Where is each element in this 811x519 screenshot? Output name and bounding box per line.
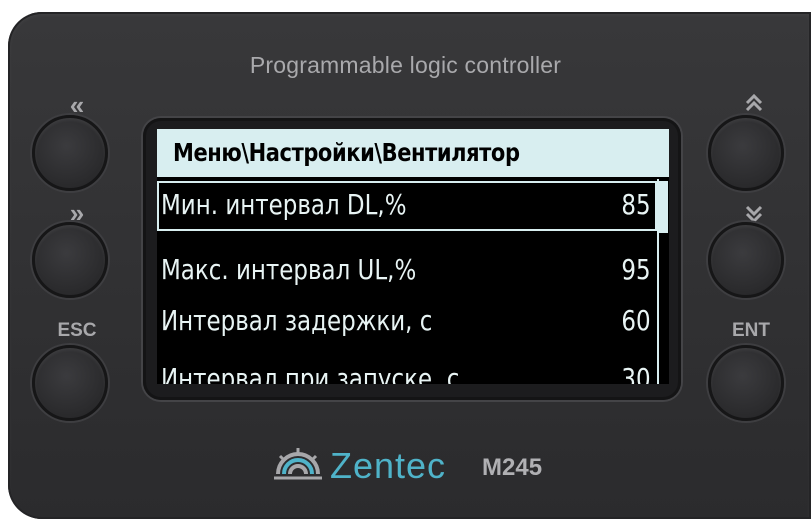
menu-row-value: 60: [621, 304, 651, 337]
prev-button[interactable]: [32, 115, 108, 191]
menu-row-label: Интервал задержки, с: [161, 304, 433, 337]
menu-breadcrumb: Меню\Настройки\Вентилятор: [157, 129, 669, 177]
breadcrumb-text: Меню\Настройки\Вентилятор: [173, 138, 520, 167]
menu-row[interactable]: Макс. интервал UL,% 95: [157, 246, 657, 296]
model-name: M245: [482, 454, 543, 481]
esc-button[interactable]: [32, 345, 108, 421]
down-button[interactable]: [708, 222, 784, 298]
scrollbar-thumb[interactable]: [659, 181, 668, 233]
brand-name: Zentec: [330, 445, 447, 486]
menu-row-value: 30: [621, 362, 651, 384]
menu-row-label: Интервал при запуске, с: [161, 362, 460, 384]
up-button[interactable]: [708, 115, 784, 191]
menu-row[interactable]: Интервал при запуске, с 30: [157, 355, 657, 384]
menu-row-value: 95: [621, 253, 651, 286]
ent-button[interactable]: [708, 345, 784, 421]
menu-row-label: Мин. интервал DL,%: [161, 188, 407, 221]
ent-label: ENT: [732, 320, 770, 341]
device-title: Programmable logic controller: [249, 52, 562, 78]
menu-row[interactable]: Мин. интервал DL,% 85: [157, 181, 657, 231]
menu-row-label: Макс. интервал UL,%: [161, 253, 417, 286]
lcd-display: Меню\Настройки\Вентилятор Мин. интервал …: [157, 129, 669, 384]
next-button[interactable]: [32, 222, 108, 298]
brand-logo-icon: [274, 448, 322, 480]
menu-row-value: 85: [621, 188, 651, 221]
esc-label: ESC: [57, 320, 97, 341]
menu-row[interactable]: Интервал задержки, с 60: [157, 297, 657, 347]
